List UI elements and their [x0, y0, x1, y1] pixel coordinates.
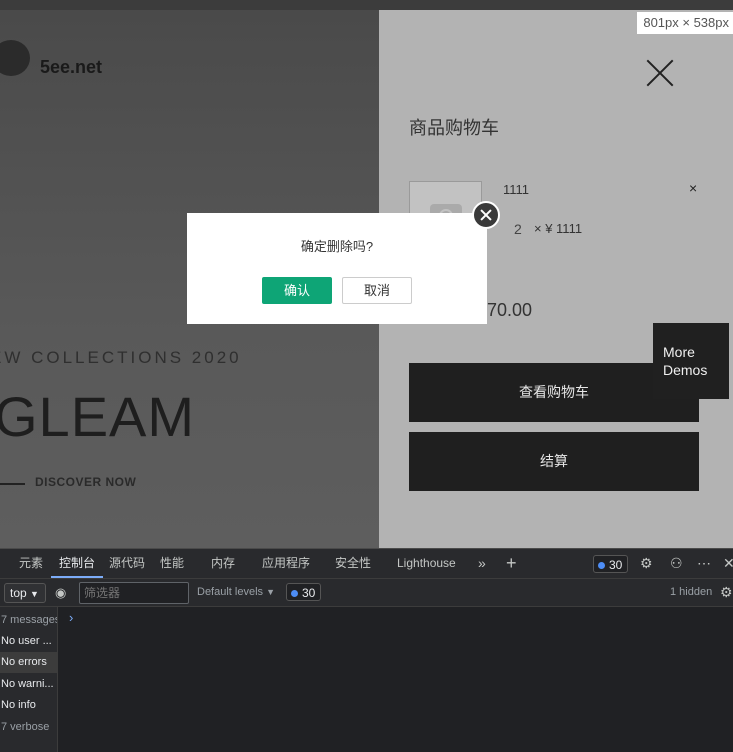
- issues-dot-icon: [598, 562, 605, 569]
- confirm-message: 确定删除吗?: [300, 239, 374, 254]
- context-selector[interactable]: top ▼: [4, 583, 46, 603]
- close-devtools-icon[interactable]: ✕: [723, 549, 733, 578]
- window-top-strip: [0, 0, 733, 10]
- confirm-button[interactable]: 确认: [262, 277, 332, 304]
- issues-count: 30: [609, 558, 623, 572]
- checkout-button[interactable]: 结算: [409, 432, 699, 491]
- logo-avatar-icon: [0, 40, 30, 76]
- discover-now-link[interactable]: DISCOVER NOW: [35, 475, 136, 489]
- add-tab-icon[interactable]: +: [506, 549, 517, 578]
- console-sidebar: 7 messages No user ... No errors No warn…: [0, 607, 58, 752]
- console-settings-icon[interactable]: ⚙: [720, 578, 733, 607]
- sidebar-messages[interactable]: 7 messages: [0, 610, 57, 631]
- toolbar-issues-badge[interactable]: 30: [286, 583, 322, 601]
- cart-title: 商品购物车: [409, 118, 499, 138]
- sidebar-verbose[interactable]: 7 verbose: [0, 717, 57, 738]
- chevron-down-icon: ▼: [30, 589, 39, 599]
- toolbar-issues-dot-icon: [291, 590, 298, 597]
- viewport-dimensions-label: 801px × 538px: [637, 12, 733, 34]
- more-options-icon[interactable]: ⋯: [697, 549, 711, 578]
- sidebar-errors[interactable]: No errors: [0, 652, 57, 673]
- sidebar-user-messages[interactable]: No user ...: [0, 631, 57, 652]
- levels-chevron-icon: ▼: [266, 587, 276, 597]
- logo-text[interactable]: 5ee.net: [40, 57, 102, 78]
- console-toolbar: top ▼ ◉ Default levels ▼ 30 1 hidden ⚙: [0, 578, 733, 607]
- tab-sources[interactable]: 源代码: [109, 549, 145, 578]
- collections-heading: EW COLLECTIONS 2020: [0, 348, 242, 367]
- devtools-tab-bar: 元素 控制台 源代码 性能 内存 应用程序 安全性 Lighthouse » +…: [0, 548, 733, 578]
- more-demos-button[interactable]: More Demos: [653, 323, 729, 399]
- console-filter-input[interactable]: [79, 582, 189, 604]
- dialog-close-icon[interactable]: [472, 201, 500, 229]
- tab-console[interactable]: 控制台: [51, 549, 104, 578]
- more-tabs-icon[interactable]: »: [478, 549, 486, 578]
- hidden-count: 1 hidden: [670, 586, 713, 598]
- confirm-dialog: 确定删除吗? 确认 取消: [187, 213, 487, 324]
- cart-close-icon[interactable]: [645, 58, 675, 88]
- more-demos-line2: Demos: [663, 362, 708, 378]
- sidebar-warnings[interactable]: No warni...: [0, 674, 57, 695]
- tab-memory[interactable]: 内存: [211, 549, 235, 578]
- cart-subtotal: 70.00: [487, 300, 533, 320]
- item-price: × ¥ 1111: [534, 221, 583, 236]
- console-output[interactable]: ›: [58, 607, 733, 752]
- toolbar-issues-count: 30: [302, 586, 316, 600]
- item-quantity: 2: [514, 221, 522, 237]
- cancel-button[interactable]: 取消: [342, 277, 412, 304]
- item-name[interactable]: 1111: [503, 182, 529, 197]
- log-levels-dropdown[interactable]: Default levels ▼: [197, 586, 275, 598]
- tab-elements[interactable]: 元素: [19, 549, 43, 578]
- tab-lighthouse[interactable]: Lighthouse: [397, 549, 456, 578]
- tab-application[interactable]: 应用程序: [262, 549, 310, 578]
- tab-security[interactable]: 安全性: [335, 549, 371, 578]
- issues-badge[interactable]: 30: [593, 555, 629, 573]
- context-label: top: [10, 586, 27, 600]
- settings-gear-icon[interactable]: ⚙: [640, 549, 653, 578]
- console-prompt-icon: ›: [69, 610, 74, 625]
- log-levels-label: Default levels: [197, 586, 264, 598]
- discover-line: [0, 483, 25, 485]
- more-demos-line1: More: [663, 344, 695, 360]
- eye-icon[interactable]: ◉: [55, 578, 66, 607]
- customize-icon[interactable]: ⚇: [670, 549, 683, 578]
- item-remove-icon[interactable]: ×: [689, 180, 697, 196]
- hero-headline: GLEAM: [0, 385, 196, 448]
- sidebar-info[interactable]: No info: [0, 695, 57, 716]
- tab-performance[interactable]: 性能: [160, 549, 184, 578]
